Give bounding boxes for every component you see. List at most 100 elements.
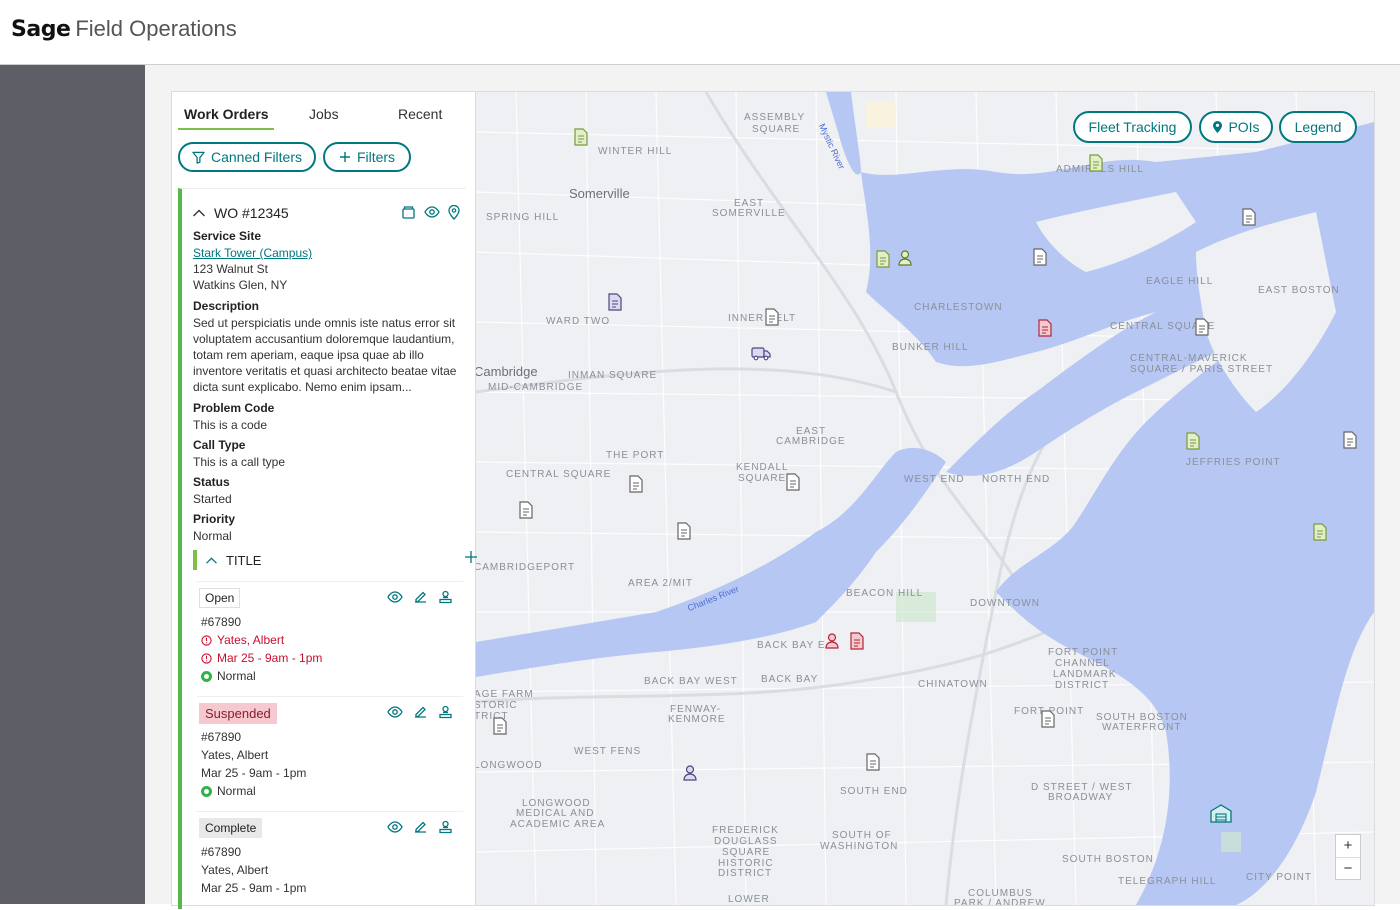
priority-label: Priority (193, 512, 236, 526)
map-label: JEFFRIES POINT (1186, 457, 1281, 468)
map-label: FREDERICK (712, 825, 779, 836)
dispatch-icon[interactable] (438, 590, 453, 604)
work-order-pin-icon[interactable] (492, 717, 508, 735)
work-order-pin-icon[interactable] (865, 753, 881, 771)
site-name-link[interactable]: Stark Tower (Campus) (193, 245, 312, 261)
truck-icon[interactable] (751, 344, 771, 362)
chevron-up-icon[interactable] (192, 208, 206, 218)
legend-button[interactable]: Legend (1279, 111, 1357, 143)
add-section-handle[interactable] (463, 550, 479, 566)
work-order-pin-icon[interactable] (628, 475, 644, 493)
warehouse-icon[interactable] (1210, 803, 1232, 823)
job-id: #67890 (201, 615, 242, 629)
priority-dot-icon (201, 670, 212, 682)
work-order-card[interactable]: WO #12345 Service Site Stark Tower (Camp… (178, 188, 466, 909)
job-time-warning: Mar 25 - 9am - 1pm (201, 651, 322, 665)
fleet-tracking-button[interactable]: Fleet Tracking (1073, 111, 1192, 143)
work-order-pin-icon[interactable] (785, 473, 801, 491)
map-label: SQUARE (722, 847, 771, 858)
chevron-up-icon[interactable] (205, 556, 218, 565)
eye-icon[interactable] (387, 705, 403, 719)
location-pin-icon[interactable] (448, 205, 460, 220)
job-priority-label: Normal (217, 669, 256, 683)
technician-icon[interactable] (897, 249, 913, 267)
map-label: Cambridge (475, 364, 538, 379)
job-item[interactable]: Complete #67890 Yates, Albert Mar 25 - 9… (197, 811, 463, 910)
work-orders-panel: Work Orders Jobs Recent Canned Filters F… (171, 91, 477, 909)
map-label: LOWER (728, 894, 770, 905)
map-label: SOMERVILLE (712, 208, 786, 219)
archive-icon[interactable] (401, 205, 416, 219)
work-order-pin-icon[interactable] (607, 293, 623, 311)
work-order-pin-icon[interactable] (1342, 431, 1358, 449)
work-order-pin-icon[interactable] (1185, 432, 1201, 450)
panel-tabs: Work Orders Jobs Recent (172, 92, 476, 134)
work-order-header[interactable]: WO #12345 (192, 205, 289, 221)
technician-icon[interactable] (824, 632, 840, 650)
work-order-pin-icon[interactable] (1194, 318, 1210, 336)
zoom-in-button[interactable]: + (1336, 835, 1360, 858)
work-order-pin-icon[interactable] (875, 250, 891, 268)
work-order-pin-icon[interactable] (1037, 319, 1053, 337)
plus-icon (465, 551, 477, 563)
map-label: WARD TWO (546, 316, 611, 327)
fleet-tracking-label: Fleet Tracking (1088, 119, 1177, 135)
work-order-pin-icon[interactable] (676, 522, 692, 540)
brand[interactable]: Sage Field Operations (11, 16, 237, 48)
site-name[interactable]: Stark Tower (Campus) (193, 246, 312, 260)
dispatch-icon[interactable] (438, 705, 453, 719)
work-order-pin-icon[interactable] (1040, 710, 1056, 728)
work-order-pin-icon[interactable] (849, 632, 865, 650)
map-label: SOUTH OF (832, 830, 892, 841)
edit-icon[interactable] (413, 705, 428, 719)
map-label: SQUARE / PARIS STREET (1130, 364, 1274, 375)
job-priority: Normal (201, 784, 256, 798)
section-title: TITLE (226, 552, 262, 568)
map-label: EAGLE HILL (1146, 276, 1214, 287)
job-tech: Yates, Albert (201, 863, 269, 877)
map-view[interactable]: ASSEMBLY SQUARE WINTER HILL Somerville E… (475, 91, 1375, 906)
job-item[interactable]: Open #67890 Yates, Albert Mar 25 - 9am -… (197, 581, 463, 692)
work-order-pin-icon[interactable] (1241, 208, 1257, 226)
work-order-pin-icon[interactable] (1088, 154, 1104, 172)
top-bar: Sage Field Operations (0, 0, 1400, 65)
map-label: EAST BOSTON (1258, 285, 1340, 296)
map-label: BACK BAY WEST (644, 676, 738, 687)
job-time: Mar 25 - 9am - 1pm (217, 651, 323, 665)
work-order-pin-icon[interactable] (1312, 523, 1328, 541)
map-label: FORT POINT (1048, 647, 1119, 658)
work-order-pin-icon[interactable] (573, 128, 589, 146)
sage-logo: Sage (11, 17, 71, 42)
priority-dot-icon (201, 785, 212, 797)
tab-jobs[interactable]: Jobs (309, 106, 339, 122)
canned-filters-button[interactable]: Canned Filters (178, 142, 316, 172)
map-label: DISTRICT (1055, 680, 1110, 691)
filters-button[interactable]: Filters (323, 142, 411, 172)
eye-icon[interactable] (387, 590, 403, 604)
work-order-pin-icon[interactable] (518, 501, 534, 519)
map-label: WINTER HILL (598, 146, 673, 157)
edit-icon[interactable] (413, 590, 428, 604)
zoom-out-button[interactable]: − (1336, 858, 1360, 880)
job-id: #67890 (201, 730, 242, 744)
problem-code-label: Problem Code (193, 401, 275, 415)
work-order-number: WO #12345 (214, 205, 289, 221)
map-label: KENMORE (668, 714, 726, 725)
map-label: AGE FARM (475, 689, 534, 700)
tab-work-orders[interactable]: Work Orders (184, 106, 269, 122)
filters-label: Filters (356, 149, 396, 165)
technician-icon[interactable] (682, 764, 698, 782)
map-pin-icon (1213, 121, 1223, 133)
dispatch-icon[interactable] (438, 820, 453, 834)
title-section-header[interactable]: TITLE (193, 550, 261, 570)
description-text: Sed ut perspiciatis unde omnis iste natu… (193, 316, 457, 394)
tab-recent[interactable]: Recent (398, 106, 442, 122)
job-item[interactable]: Suspended #67890 Yates, Albert Mar 25 - … (197, 696, 463, 807)
map-label: SPRING HILL (486, 212, 560, 223)
eye-icon[interactable] (387, 820, 403, 834)
edit-icon[interactable] (413, 820, 428, 834)
work-order-pin-icon[interactable] (764, 308, 780, 326)
work-order-pin-icon[interactable] (1032, 248, 1048, 266)
eye-icon[interactable] (424, 205, 440, 219)
pois-button[interactable]: POIs (1199, 111, 1273, 143)
